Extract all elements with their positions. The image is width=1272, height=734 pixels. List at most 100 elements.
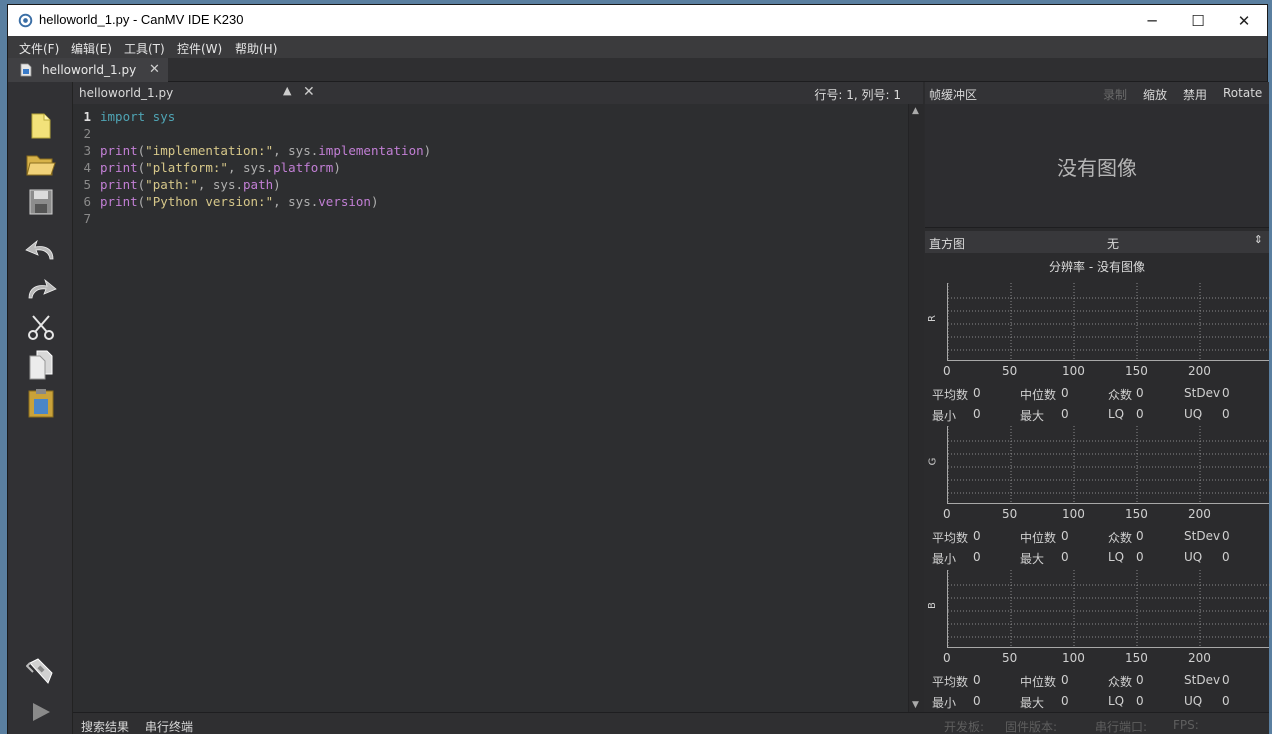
stat-median: 中位数: [1020, 531, 1057, 545]
menu-edit[interactable]: 编辑(E): [71, 40, 112, 57]
open-file-button[interactable]: [24, 148, 58, 180]
select-arrows-icon[interactable]: ⇕: [1254, 233, 1263, 246]
zoom-button[interactable]: 缩放: [1143, 86, 1167, 103]
connect-icon: [26, 658, 53, 684]
stat-mean-value: 0: [973, 673, 981, 687]
editor-header: helloworld_1.py ▲ ✕ 行号: 1, 列号: 1: [73, 82, 923, 104]
new-file-button[interactable]: [24, 110, 58, 142]
x-tick-label: 150: [1125, 651, 1148, 665]
editor-scrollbar[interactable]: ▲ ▼: [908, 104, 924, 712]
paren: ): [370, 194, 379, 209]
maximize-button[interactable]: ☐: [1175, 5, 1221, 36]
line-number: 7: [83, 211, 91, 226]
histogram-grid: [948, 283, 1270, 361]
string-literal: "path:": [145, 177, 198, 192]
python-file-icon: [20, 63, 32, 77]
stat-mode: 众数: [1108, 531, 1133, 545]
histogram-plot: [947, 283, 1270, 361]
code-text: , sys.: [273, 143, 319, 158]
stat-min-value: 0: [973, 407, 981, 421]
right-panel: 帧缓冲区 录制 缩放 禁用 Rotate 没有图像 直方图 无 ⇕ 分辨率 - …: [925, 82, 1270, 712]
run-icon: [33, 703, 50, 721]
attribute-name: version: [318, 194, 371, 209]
stat-lq: LQ: [1108, 407, 1125, 421]
stat-mode-value: 0: [1136, 386, 1144, 400]
file-selector-icon[interactable]: ▲: [283, 84, 291, 97]
histogram-title: 直方图: [929, 237, 966, 251]
x-tick-label: 200: [1188, 507, 1211, 521]
record-button[interactable]: 录制: [1103, 86, 1127, 103]
serial-terminal-tab[interactable]: 串行终端: [145, 718, 193, 734]
run-button[interactable]: [24, 696, 58, 728]
stat-median: 中位数: [1020, 388, 1057, 402]
x-tick-label: 100: [1062, 651, 1085, 665]
string-literal: "platform:": [145, 160, 228, 175]
file-tab-close-icon[interactable]: ✕: [149, 62, 160, 77]
close-button[interactable]: ✕: [1221, 5, 1267, 36]
stat-median-value: 0: [1061, 386, 1069, 400]
undo-button[interactable]: [24, 234, 58, 266]
menu-help[interactable]: 帮助(H): [235, 40, 277, 57]
save-button[interactable]: [24, 186, 58, 218]
minimize-button[interactable]: ─: [1129, 5, 1175, 36]
line-number: 1: [83, 109, 91, 124]
stat-mean-value: 0: [973, 386, 981, 400]
stat-mode-value: 0: [1136, 529, 1144, 543]
stat-median-value: 0: [1061, 673, 1069, 687]
copy-icon: [29, 350, 53, 380]
menu-file[interactable]: 文件(F): [19, 40, 59, 57]
string-literal: "Python version:": [145, 194, 274, 209]
scroll-up-icon[interactable]: ▲: [912, 106, 919, 116]
histogram-plot: [947, 426, 1270, 504]
menu-tools[interactable]: 工具(T): [124, 40, 165, 57]
x-tick-label: 100: [1062, 364, 1085, 378]
histogram-grid: [948, 426, 1270, 504]
stat-mean: 平均数: [932, 675, 969, 689]
stat-uq-value: 0: [1222, 550, 1230, 564]
editor-close-icon[interactable]: ✕: [303, 84, 315, 100]
redo-button[interactable]: [24, 273, 58, 305]
stat-max-value: 0: [1061, 694, 1069, 708]
menu-bar: 文件(F) 编辑(E) 工具(T) 控件(W) 帮助(H): [8, 36, 1267, 58]
string-literal: "implementation:": [145, 143, 274, 158]
stat-min-value: 0: [973, 550, 981, 564]
connect-button[interactable]: [24, 656, 58, 688]
stat-max: 最大: [1020, 552, 1045, 566]
stat-max: 最大: [1020, 409, 1045, 423]
stat-lq-value: 0: [1136, 407, 1144, 421]
code-text: , sys.: [197, 177, 244, 192]
frame-buffer-header: 帧缓冲区 录制 缩放 禁用 Rotate: [925, 82, 1269, 104]
histogram-resolution: 分辨率 - 没有图像: [1049, 260, 1145, 274]
rotate-button[interactable]: Rotate: [1223, 86, 1262, 100]
frame-buffer-view: 没有图像: [925, 104, 1269, 228]
color-space-select[interactable]: 无: [1107, 235, 1119, 252]
file-tab[interactable]: helloworld_1.py ✕: [8, 58, 168, 82]
paste-button[interactable]: [24, 387, 58, 419]
no-image-label: 没有图像: [1057, 156, 1137, 180]
copy-button[interactable]: [24, 349, 58, 381]
line-number: 3: [83, 143, 91, 158]
line-number: 5: [83, 177, 91, 192]
stat-min: 最小: [932, 409, 957, 423]
histogram-plot: [947, 570, 1270, 648]
search-results-tab[interactable]: 搜索结果: [81, 718, 129, 734]
cut-button[interactable]: [24, 311, 58, 343]
board-status: 开发板:: [944, 720, 985, 734]
stat-stdev-value: 0: [1222, 386, 1230, 400]
undo-icon: [25, 239, 54, 260]
x-tick-label: 50: [1002, 507, 1018, 521]
stat-uq: UQ: [1184, 694, 1203, 708]
stat-min: 最小: [932, 552, 957, 566]
histogram-grid: [948, 570, 1270, 648]
code-editor[interactable]: helloworld_1.py ▲ ✕ 行号: 1, 列号: 1 1 import…: [73, 82, 923, 712]
menu-widgets[interactable]: 控件(W): [177, 40, 222, 57]
bottom-bar: 搜索结果 串行终端 开发板: 固件版本: 串行端口: FPS:: [73, 712, 1269, 734]
disable-button[interactable]: 禁用: [1183, 86, 1207, 103]
scroll-down-icon[interactable]: ▼: [912, 700, 919, 710]
stat-stdev: StDev: [1184, 673, 1221, 687]
canmv-app-icon: [18, 13, 33, 28]
file-tab-label: helloworld_1.py: [42, 63, 137, 77]
x-tick-label: 200: [1188, 364, 1211, 378]
firmware-status: 固件版本:: [1005, 720, 1058, 734]
code-text: , sys.: [273, 194, 319, 209]
